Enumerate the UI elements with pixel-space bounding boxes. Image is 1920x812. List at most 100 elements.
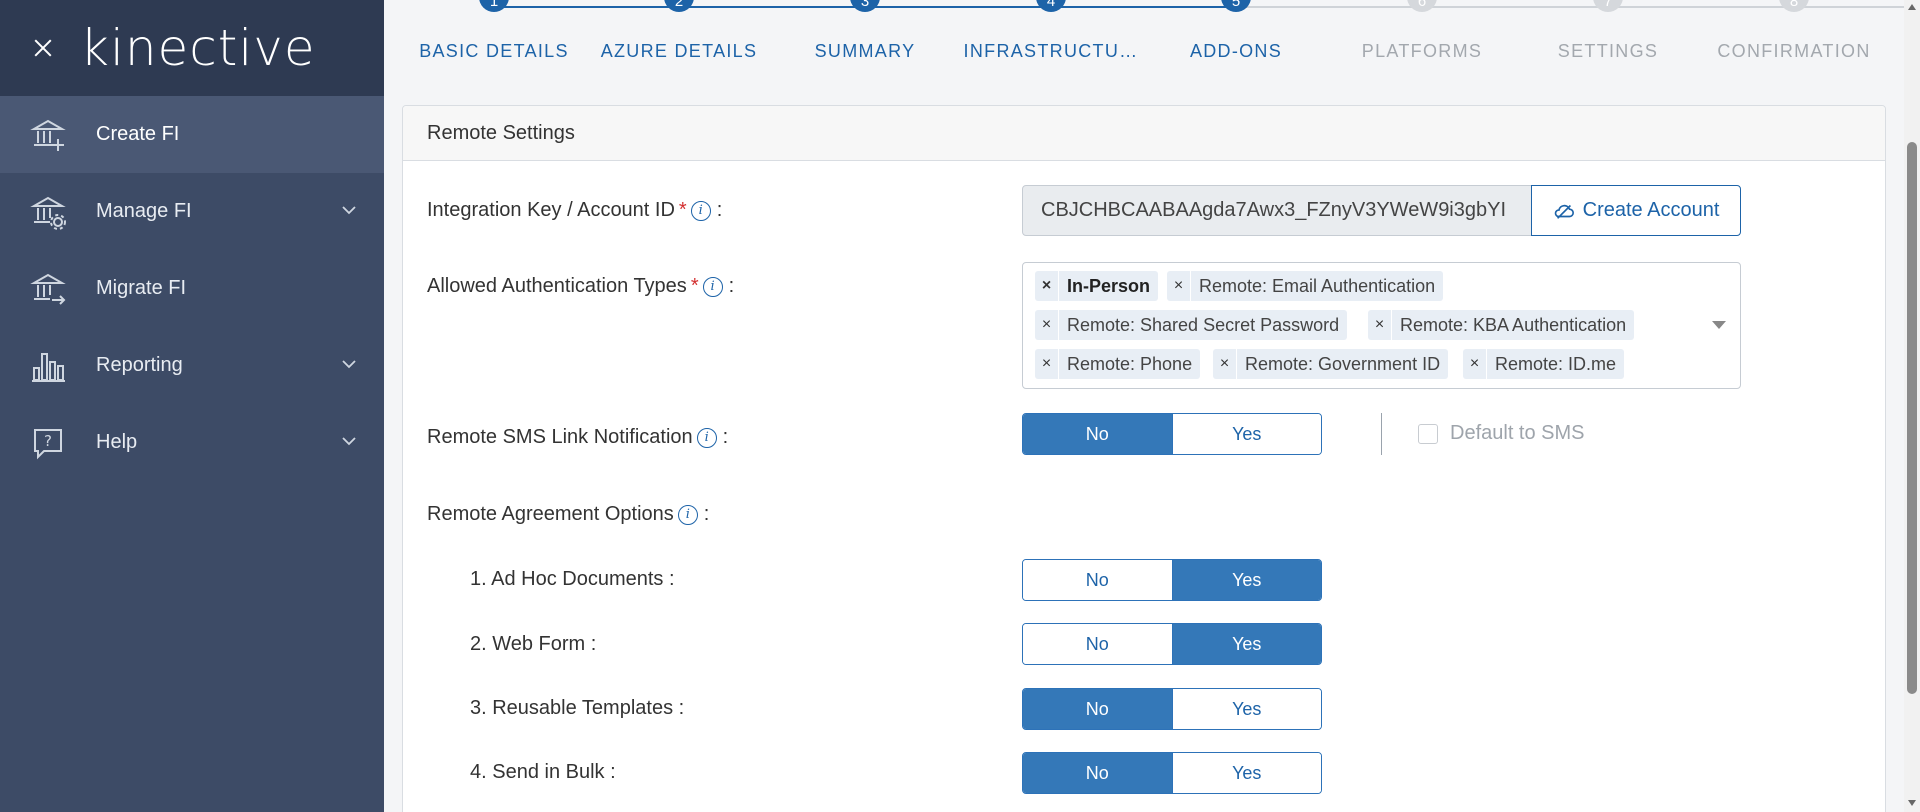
default-sms-checkbox[interactable] [1418,424,1438,444]
page-scrollbar[interactable] [1904,0,1920,812]
tag-label: Remote: KBA Authentication [1400,314,1627,335]
tag-label: Remote: Phone [1067,353,1193,374]
integration-key-label: Integration Key / Account ID * i : [427,199,722,222]
web-form-toggle: No Yes [1022,623,1322,665]
bar-chart-icon [30,348,66,384]
bank-gear-icon [30,194,66,230]
auth-types-label: Allowed Authentication Types * i : [427,275,734,298]
step-label: AZURE DETAILS [600,41,758,61]
remove-tag-icon[interactable]: × [1035,271,1059,301]
tag-label: Remote: Government ID [1245,353,1441,374]
scroll-up-icon[interactable] [1908,4,1916,10]
sidebar-item-help[interactable]: ? Help [0,404,384,481]
step-label: INFRASTRUCTU… [963,41,1139,61]
panel-title: Remote Settings [403,106,1885,161]
field-label: Remote SMS Link Notification [427,426,693,448]
toggle-yes-button[interactable]: Yes [1171,560,1321,600]
step-label: ADD-ONS [1189,41,1283,61]
remove-tag-icon[interactable]: × [1035,349,1059,379]
label-colon: : [716,199,723,221]
sidebar-item-label: Manage FI [96,200,192,222]
step-number: 7 [1593,0,1623,12]
remove-tag-icon[interactable]: × [1035,310,1059,340]
label-colon: : [722,426,729,448]
step-number: 8 [1779,0,1809,12]
toggle-no-button[interactable]: No [1023,624,1172,664]
info-icon[interactable]: i [677,504,698,525]
step-number: 3 [850,0,880,12]
remove-tag-icon[interactable]: × [1167,271,1191,301]
stepper-pending-line [1234,6,1920,8]
remove-tag-icon[interactable]: × [1463,349,1487,379]
tag-label: In-Person [1067,275,1151,296]
step-number: 5 [1221,0,1251,12]
sms-toggle: No Yes [1022,413,1322,455]
step-number: 2 [664,0,694,12]
svg-text:?: ? [44,432,52,450]
auth-tag: × Remote: Phone [1035,349,1201,379]
sidebar-item-create-fi[interactable]: Create FI [0,96,384,173]
tag-label: Remote: ID.me [1495,353,1617,374]
field-label: Integration Key / Account ID [427,199,675,221]
toggle-yes-button[interactable]: Yes [1171,624,1321,664]
create-account-button[interactable]: Create Account [1531,185,1741,236]
divider [1381,413,1382,455]
info-icon[interactable]: i [702,276,723,297]
remove-tag-icon[interactable]: × [1368,310,1392,340]
default-sms-label: Default to SMS [1450,422,1585,444]
help-bubble-icon: ? [30,425,66,461]
step-label: CONFIRMATION [1717,41,1871,61]
required-marker: * [690,275,699,297]
step-number: 1 [479,0,509,12]
bank-arrow-icon [30,271,66,307]
toggle-yes-button[interactable]: Yes [1171,689,1321,729]
step-number: 4 [1036,0,1066,12]
create-account-label: Create Account [1582,199,1720,221]
step-label: BASIC DETAILS [419,41,569,61]
toggle-no-button[interactable]: No [1023,753,1172,793]
agreement-options-label: Remote Agreement Options i : [427,503,709,526]
agreement-option-label: 1. Ad Hoc Documents : [470,568,675,590]
sidebar-item-label: Help [96,431,138,453]
step-number: 6 [1407,0,1437,12]
toggle-no-button[interactable]: No [1023,689,1172,729]
bank-plus-icon [30,117,66,153]
required-marker: * [678,199,687,221]
tag-label: Remote: Email Authentication [1199,275,1436,296]
auth-tag: × Remote: Government ID [1213,349,1449,379]
toggle-no-button[interactable]: No [1023,560,1172,600]
info-icon[interactable]: i [690,200,711,221]
close-icon[interactable] [28,33,58,63]
info-icon[interactable]: i [696,427,717,448]
logo-text: kinective [80,19,316,77]
field-label: Remote Agreement Options [427,503,674,525]
toggle-no-button[interactable]: No [1023,414,1172,454]
sidebar: kinective Create FI Manage FI Migrate FI… [0,0,384,812]
agreement-option-label: 3. Reusable Templates : [470,697,685,719]
sidebar-item-migrate-fi[interactable]: Migrate FI [0,250,384,327]
step-label: SUMMARY [814,41,916,61]
auth-tag: × In-Person [1035,271,1159,301]
chevron-down-icon[interactable] [1712,321,1726,329]
agreement-option-label: 4. Send in Bulk : [470,761,616,783]
scroll-down-icon[interactable] [1908,800,1916,806]
ad-hoc-toggle: No Yes [1022,559,1322,601]
agreement-option-label: 2. Web Form : [470,633,597,655]
chevron-down-icon [342,206,356,215]
auth-tag: × Remote: Email Authentication [1167,271,1444,301]
remove-tag-icon[interactable]: × [1213,349,1237,379]
scroll-thumb[interactable] [1907,142,1917,694]
sidebar-item-reporting[interactable]: Reporting [0,327,384,404]
auth-tag: × Remote: KBA Authentication [1368,310,1635,340]
logo: kinective [80,23,316,73]
auth-tag: × Remote: ID.me [1463,349,1625,379]
integration-key-field[interactable]: CBJCHBCAABAAgda7Awx3_FZnyV3YWeW9i3gbYI [1022,185,1532,236]
auth-tag: × Remote: Shared Secret Password [1035,310,1348,340]
auth-types-multiselect[interactable]: × In-Person × Remote: Email Authentication… [1022,262,1741,389]
toggle-yes-button[interactable]: Yes [1171,753,1321,793]
sidebar-item-label: Reporting [96,354,183,376]
label-colon: : [728,275,735,297]
sidebar-item-manage-fi[interactable]: Manage FI [0,173,384,250]
toggle-yes-button[interactable]: Yes [1171,414,1321,454]
cloud-icon [1554,204,1574,219]
